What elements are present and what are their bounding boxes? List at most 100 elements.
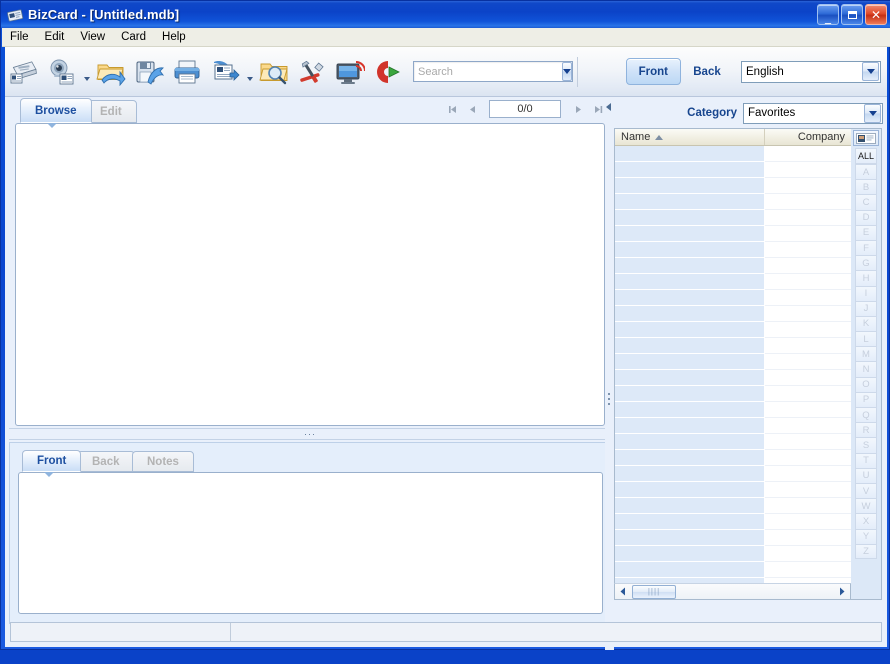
open-file-button[interactable] [93,52,129,92]
category-select[interactable]: Favorites [743,103,883,124]
alpha-button-b[interactable]: B [855,179,877,194]
grid-body[interactable] [615,146,851,599]
menu-item-edit[interactable]: Edit [37,29,73,45]
tab-card-front[interactable]: Front [22,450,81,472]
alpha-button-z[interactable]: Z [855,544,877,559]
menu-item-file[interactable]: File [2,29,37,45]
alpha-button-k[interactable]: K [855,316,877,331]
alpha-button-a[interactable]: A [855,164,877,179]
minimize-button[interactable]: _ [817,4,839,25]
alpha-button-m[interactable]: M [855,346,877,361]
title-bar: BizCard - [Untitled.mdb] _ ✕ [1,1,890,28]
status-panel-left [11,623,231,641]
category-value: Favorites [744,107,864,119]
alpha-button-all[interactable]: ALL [855,148,877,164]
card-browse-area[interactable] [15,123,605,426]
close-button[interactable]: ✕ [865,4,887,25]
alpha-button-l[interactable]: L [855,331,877,346]
camera-dropdown-arrow[interactable] [81,52,92,92]
send-to-screen-button[interactable] [332,52,368,92]
splitter-grip: ··· [304,429,316,439]
alpha-button-e[interactable]: E [855,225,877,240]
language-select[interactable]: English [741,61,881,83]
alpha-button-p[interactable]: P [855,392,877,407]
caption-buttons: _ ✕ [817,4,887,25]
tab-browse-label: Browse [35,105,77,117]
tools-button[interactable] [294,52,330,92]
horizontal-splitter[interactable]: ··· [9,428,611,440]
alpha-button-t[interactable]: T [855,453,877,468]
export-card-button[interactable] [207,52,243,92]
chevron-down-icon [867,69,875,74]
scan-card-icon [9,58,39,86]
alpha-button-v[interactable]: V [855,483,877,498]
alpha-button-s[interactable]: S [855,437,877,452]
nav-prev-button[interactable] [463,100,481,118]
menu-item-help[interactable]: Help [154,29,194,45]
front-side-button[interactable]: Front [626,58,681,85]
record-counter[interactable]: 0/0 [489,100,561,118]
toolbar-right-group: Front Back English [626,58,887,85]
scan-card-button[interactable] [6,52,42,92]
media-button[interactable] [370,52,406,92]
search-folder-icon [259,58,289,86]
alpha-button-r[interactable]: R [855,422,877,437]
maximize-button[interactable] [841,4,863,25]
alpha-button-w[interactable]: W [855,498,877,513]
scroll-thumb[interactable]: |||| [632,585,676,599]
sort-ascending-icon [655,135,663,140]
category-dropdown-button[interactable] [864,104,881,123]
grid-horizontal-scrollbar[interactable]: |||| [614,583,851,600]
splitter-grip-dots [608,393,611,407]
alpha-button-n[interactable]: N [855,361,877,376]
save-file-button[interactable] [131,52,167,92]
contact-grid[interactable]: Name Company [614,128,851,600]
alpha-button-f[interactable]: F [855,240,877,255]
tab-card-notes[interactable]: Notes [132,451,194,472]
column-header-name[interactable]: Name [615,129,765,145]
alpha-button-x[interactable]: X [855,513,877,528]
tab-edit[interactable]: Edit [85,100,137,123]
tab-browse[interactable]: Browse [20,98,92,123]
search-box[interactable] [413,61,573,82]
menu-item-view[interactable]: View [72,29,113,45]
scroll-left-button[interactable] [615,584,631,599]
nav-first-button[interactable] [443,100,461,118]
camera-capture-icon [47,58,77,86]
print-button[interactable] [169,52,205,92]
collapse-arrow-icon[interactable] [606,103,611,111]
card-view-icon [856,133,876,144]
nav-next-button[interactable] [569,100,587,118]
column-header-company[interactable]: Company [765,129,851,145]
back-side-button[interactable]: Back [681,58,733,85]
alpha-button-o[interactable]: O [855,377,877,392]
client-area: Front Back English Browse Edit [5,47,887,647]
export-dropdown-arrow[interactable] [244,52,255,92]
language-dropdown-button[interactable] [862,62,879,81]
alpha-button-i[interactable]: I [855,286,877,301]
media-disc-icon [373,58,403,86]
alpha-button-h[interactable]: H [855,270,877,285]
alpha-button-q[interactable]: Q [855,407,877,422]
camera-capture-button[interactable] [44,52,80,92]
column-header-company-label: Company [798,131,845,143]
find-button[interactable] [256,52,292,92]
card-image-area[interactable] [18,472,603,614]
maximize-icon [848,11,857,19]
alpha-button-c[interactable]: C [855,194,877,209]
alpha-button-g[interactable]: G [855,255,877,270]
vertical-splitter[interactable] [605,98,614,650]
alpha-button-d[interactable]: D [855,210,877,225]
alpha-button-j[interactable]: J [855,301,877,316]
menu-item-card[interactable]: Card [113,29,154,45]
search-dropdown-button[interactable] [562,62,572,81]
alpha-button-y[interactable]: Y [855,529,877,544]
chevron-down-icon [563,69,571,74]
tab-card-back[interactable]: Back [77,451,135,472]
alpha-button-u[interactable]: U [855,468,877,483]
search-input[interactable] [414,63,562,80]
card-view-toggle-button[interactable] [853,130,879,146]
status-panel-right [231,623,881,641]
scroll-right-button[interactable] [834,584,850,599]
tab-card-front-nub [44,472,54,477]
